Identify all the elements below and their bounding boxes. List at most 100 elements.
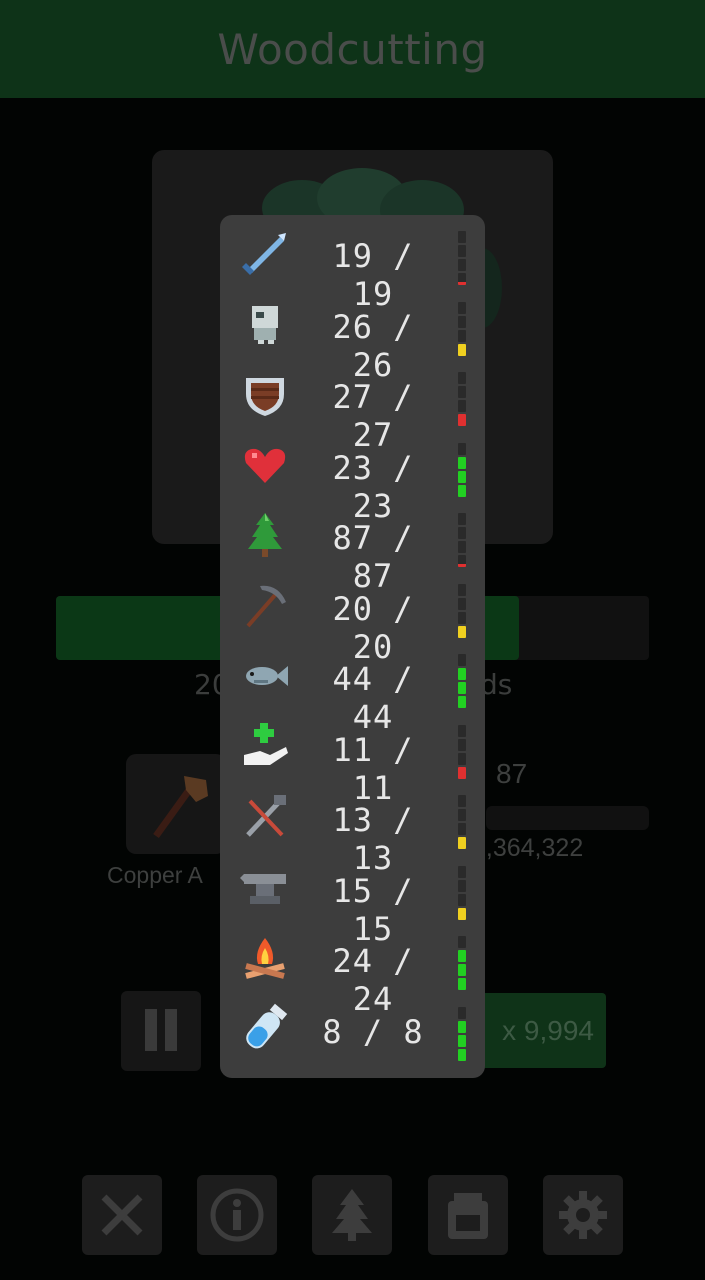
xp-value: 3,364,322 xyxy=(472,834,584,862)
stat-row: 13 / 13 xyxy=(220,779,485,877)
stat-level-gauge xyxy=(457,513,467,569)
stat-level-gauge xyxy=(457,865,467,922)
gauge-segment xyxy=(458,696,466,708)
gauge-segment xyxy=(458,343,466,356)
pickaxe-icon xyxy=(246,585,286,627)
gauge-segment xyxy=(458,484,466,497)
info-icon xyxy=(210,1188,264,1242)
gauge-segment xyxy=(458,1020,466,1033)
stat-level-gauge xyxy=(457,231,467,287)
stat-level-gauge xyxy=(457,936,467,992)
potion-vial-icon xyxy=(246,1003,288,1048)
gauge-segment xyxy=(458,231,466,243)
gauge-segment xyxy=(458,752,466,765)
gauge-segment xyxy=(458,625,466,638)
stat-row: 20 / 20 xyxy=(220,568,485,666)
smithing-tools-icon xyxy=(246,795,286,837)
stat-level-gauge xyxy=(457,654,467,710)
nav-settings-button[interactable] xyxy=(543,1175,623,1255)
gauge-segment xyxy=(458,273,466,285)
stat-level-gauge xyxy=(457,583,467,640)
gauge-segment xyxy=(458,414,466,426)
sword-icon xyxy=(242,233,286,275)
campfire-icon xyxy=(245,938,285,979)
stat-level-gauge xyxy=(457,724,467,781)
gauge-segment xyxy=(458,837,466,849)
pause-icon xyxy=(145,1009,157,1051)
gauge-segment xyxy=(458,583,466,596)
stat-level-gauge xyxy=(457,301,467,358)
tree-icon xyxy=(248,513,282,557)
gauge-segment xyxy=(458,386,466,398)
stat-row: 15 / 15 xyxy=(220,850,485,948)
healing-hand-icon xyxy=(244,722,288,765)
gauge-segment xyxy=(458,1006,466,1019)
gauge-segment xyxy=(458,597,466,610)
gauge-segment xyxy=(458,527,466,539)
page-title: Woodcutting xyxy=(217,24,488,74)
app-header: Woodcutting xyxy=(0,0,705,98)
gauge-segment xyxy=(458,245,466,257)
stat-row: 23 / 23 xyxy=(220,427,485,525)
gauge-segment xyxy=(458,259,466,271)
gauge-segment xyxy=(458,315,466,328)
gauge-segment xyxy=(458,470,466,483)
gauge-segment xyxy=(458,1034,466,1047)
gauge-segment xyxy=(458,541,466,553)
equipped-tool-slot[interactable] xyxy=(126,754,226,854)
gauge-segment xyxy=(458,738,466,751)
helmet-icon xyxy=(252,305,278,344)
gear-icon xyxy=(559,1191,607,1239)
gauge-segment xyxy=(458,456,466,469)
gauge-segment xyxy=(458,682,466,694)
stat-level-gauge xyxy=(457,1006,467,1063)
crossed-swords-icon xyxy=(101,1194,143,1236)
gauge-segment xyxy=(458,555,466,567)
stat-row: 87 / 87 xyxy=(220,497,485,595)
gauge-segment xyxy=(458,611,466,624)
stat-row: 26 / 26 xyxy=(220,286,485,384)
gauge-segment xyxy=(458,795,466,807)
gauge-segment xyxy=(458,329,466,342)
nav-skills-button[interactable] xyxy=(312,1175,392,1255)
gauge-segment xyxy=(458,809,466,821)
nav-inventory-button[interactable] xyxy=(428,1175,508,1255)
gauge-segment xyxy=(458,823,466,835)
gauge-segment xyxy=(458,724,466,737)
copper-axe-icon xyxy=(153,776,208,839)
nav-info-button[interactable] xyxy=(197,1175,277,1255)
stat-row: 11 / 11 xyxy=(220,709,485,807)
gauge-segment xyxy=(458,893,466,906)
anvil-icon xyxy=(240,873,286,904)
stat-level-gauge xyxy=(457,795,467,851)
gauge-segment xyxy=(458,766,466,779)
gauge-segment xyxy=(458,950,466,962)
gauge-segment xyxy=(458,301,466,314)
gauge-segment xyxy=(458,400,466,412)
fish-icon xyxy=(246,666,288,686)
gauge-segment xyxy=(458,964,466,976)
shield-icon xyxy=(246,378,284,416)
pause-button[interactable] xyxy=(121,991,201,1071)
stat-row: 24 / 24 xyxy=(220,920,485,1018)
gauge-segment xyxy=(458,668,466,680)
gauge-segment xyxy=(458,978,466,990)
gauge-segment xyxy=(458,879,466,892)
backpack-icon xyxy=(448,1193,488,1239)
stat-row: 8 / 8 xyxy=(220,991,485,1061)
gauge-segment xyxy=(458,907,466,920)
gauge-segment xyxy=(458,865,466,878)
stat-level-gauge xyxy=(457,442,467,499)
xp-bar xyxy=(486,806,649,830)
gauge-segment xyxy=(458,513,466,525)
stat-value: 8 / 8 xyxy=(322,1012,424,1051)
skill-level: 87 xyxy=(496,758,528,789)
action-count-label: x 9,994 xyxy=(502,1014,594,1046)
stat-row: 27 / 27 xyxy=(220,356,485,454)
gauge-segment xyxy=(458,936,466,948)
gauge-segment xyxy=(458,1048,466,1061)
stat-level-gauge xyxy=(457,372,467,428)
nav-combat-button[interactable] xyxy=(82,1175,162,1255)
pause-icon-bar xyxy=(165,1009,177,1051)
stat-row: 19 / 19 xyxy=(220,215,485,313)
